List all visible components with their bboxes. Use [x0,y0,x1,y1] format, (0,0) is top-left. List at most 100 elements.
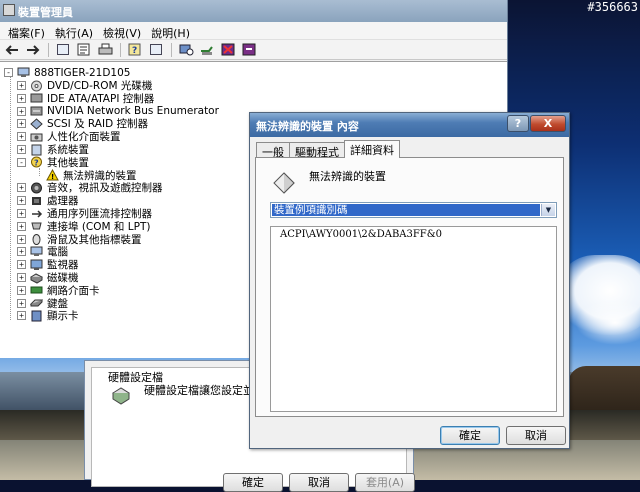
monitor-icon [30,259,43,271]
network-adapter-icon [30,284,43,296]
tab-driver[interactable]: 驅動程式 [289,142,345,159]
disable-device-icon[interactable] [220,43,236,57]
tree-category[interactable]: + 音效，視訊及遊戲控制器 [17,181,163,194]
forward-arrow-icon[interactable] [25,43,41,57]
chevron-down-icon[interactable]: ▼ [541,204,555,216]
computer-icon [17,67,30,79]
tree-category[interactable]: + 顯示卡 [17,309,79,322]
expand-toggle[interactable]: + [17,234,26,244]
expand-toggle[interactable]: + [17,247,26,257]
property-value-list[interactable]: ACPI\AWY0001\2&DABA3FF&0 [270,226,557,412]
expand-toggle[interactable]: + [17,273,26,282]
computer-icon [30,246,43,258]
expand-toggle[interactable]: + [17,285,26,295]
other-device-icon: ? [30,156,43,168]
toolbar-separator [171,42,172,57]
hardware-cancel-button[interactable]: 取消 [289,473,349,492]
dvd-icon [30,80,43,92]
usb-controller-icon [30,208,43,220]
watermark: #356663 [587,0,638,14]
menu-bar: 檔案(F) 執行(A) 檢視(V) 說明(H) [0,22,507,40]
menu-action[interactable]: 執行(A) [51,22,99,40]
network-bus-icon [30,105,43,117]
expand-toggle[interactable]: + [17,183,26,193]
keyboard-icon [30,297,43,309]
menu-help[interactable]: 說明(H) [147,22,196,40]
expand-toggle[interactable]: + [17,311,26,321]
property-value-row[interactable]: ACPI\AWY0001\2&DABA3FF&0 [280,229,442,240]
hardware-apply-button[interactable]: 套用(A) [355,473,415,492]
properties-icon[interactable] [76,43,92,57]
system-device-icon [30,144,43,156]
device-name-label: 無法辨識的裝置 [309,170,386,183]
expand-toggle[interactable]: + [17,81,26,90]
expand-toggle[interactable]: + [17,119,26,129]
tab-general[interactable]: 一般 [256,142,290,159]
toolbar-separator [120,42,121,57]
expand-toggle[interactable]: + [17,196,26,206]
property-dropdown-value: 裝置例項識別碼 [272,204,540,216]
expand-toggle[interactable]: + [17,93,26,103]
tree-item-label: NVIDIA Network Bus Enumerator [47,105,219,118]
root-label: 888TIGER-21D105 [34,66,131,79]
ok-button[interactable]: 確定 [440,426,500,445]
collapse-toggle[interactable]: - [17,157,26,167]
details-tab-panel: 無法辨識的裝置 裝置例項識別碼 ▼ ACPI\AWY0001\2&DABA3FF… [255,157,564,417]
expand-toggle[interactable]: + [17,145,26,154]
tree-line [10,74,11,320]
menu-view[interactable]: 檢視(V) [99,22,147,40]
device-manager-titlebar[interactable]: 裝置管理員 [0,0,507,22]
back-arrow-icon[interactable] [4,43,20,57]
window-title: 裝置管理員 [18,6,73,19]
unknown-device-icon [272,171,296,195]
collapse-toggle[interactable]: - [4,68,13,77]
svg-text:?: ? [132,46,137,56]
hid-icon [30,131,43,143]
dialog-title: 無法辨識的裝置 內容 [256,120,359,133]
scsi-controller-icon [30,118,43,130]
toolbar-separator [48,42,49,57]
hardware-profile-description: 硬體設定檔讓您設定並儲 [144,384,265,397]
expand-toggle[interactable]: + [17,298,26,308]
show-hidden-icon[interactable] [148,43,164,57]
disk-drive-icon [30,272,43,284]
expand-toggle[interactable]: + [17,221,26,231]
hardware-ok-button[interactable]: 確定 [223,473,283,492]
wallpaper-cloud [575,300,640,345]
tab-strip: 一般 驅動程式 詳細資料 [256,140,400,159]
update-driver-icon[interactable] [199,43,215,57]
toolbar: ? [0,40,507,60]
ide-controller-icon [30,92,43,104]
menu-file[interactable]: 檔案(F) [4,22,51,40]
hardware-profile-icon [110,385,132,408]
console-tree-icon[interactable] [55,43,71,57]
uninstall-device-icon[interactable] [241,43,257,57]
property-dropdown[interactable]: 裝置例項識別碼 ▼ [270,202,557,218]
tree-category[interactable]: + IDE ATA/ATAPI 控制器 [17,92,154,105]
device-manager-icon [3,4,15,16]
processor-icon [30,195,43,207]
tree-item-label: 顯示卡 [47,310,79,323]
tree-item-label: IDE ATA/ATAPI 控制器 [47,92,155,105]
port-icon [30,220,43,232]
cancel-button[interactable]: 取消 [506,426,566,445]
expand-toggle[interactable]: + [17,209,26,218]
expand-toggle[interactable]: + [17,106,26,116]
help-caption-button[interactable]: ? [507,115,529,132]
display-adapter-icon [30,310,43,322]
device-properties-dialog: 無法辨識的裝置 內容 ? X 一般 驅動程式 詳細資料 無法辨識的裝置 裝置例項… [249,112,570,449]
help-icon[interactable]: ? [127,43,143,57]
unknown-device-warning-icon: ! [46,169,59,181]
close-caption-button[interactable]: X [530,115,566,132]
mouse-icon [30,233,43,246]
wallpaper-rock [568,366,640,416]
print-icon[interactable] [97,43,113,57]
tab-details[interactable]: 詳細資料 [344,140,400,158]
expand-toggle[interactable]: + [17,132,26,142]
expand-toggle[interactable]: + [17,260,26,270]
svg-text:?: ? [34,159,39,168]
scan-hardware-icon[interactable] [178,43,194,57]
dialog-titlebar[interactable]: 無法辨識的裝置 內容 ? X [250,113,569,137]
sound-icon [30,182,43,194]
tree-category[interactable]: + 滑鼠及其他指標裝置 [17,233,142,246]
